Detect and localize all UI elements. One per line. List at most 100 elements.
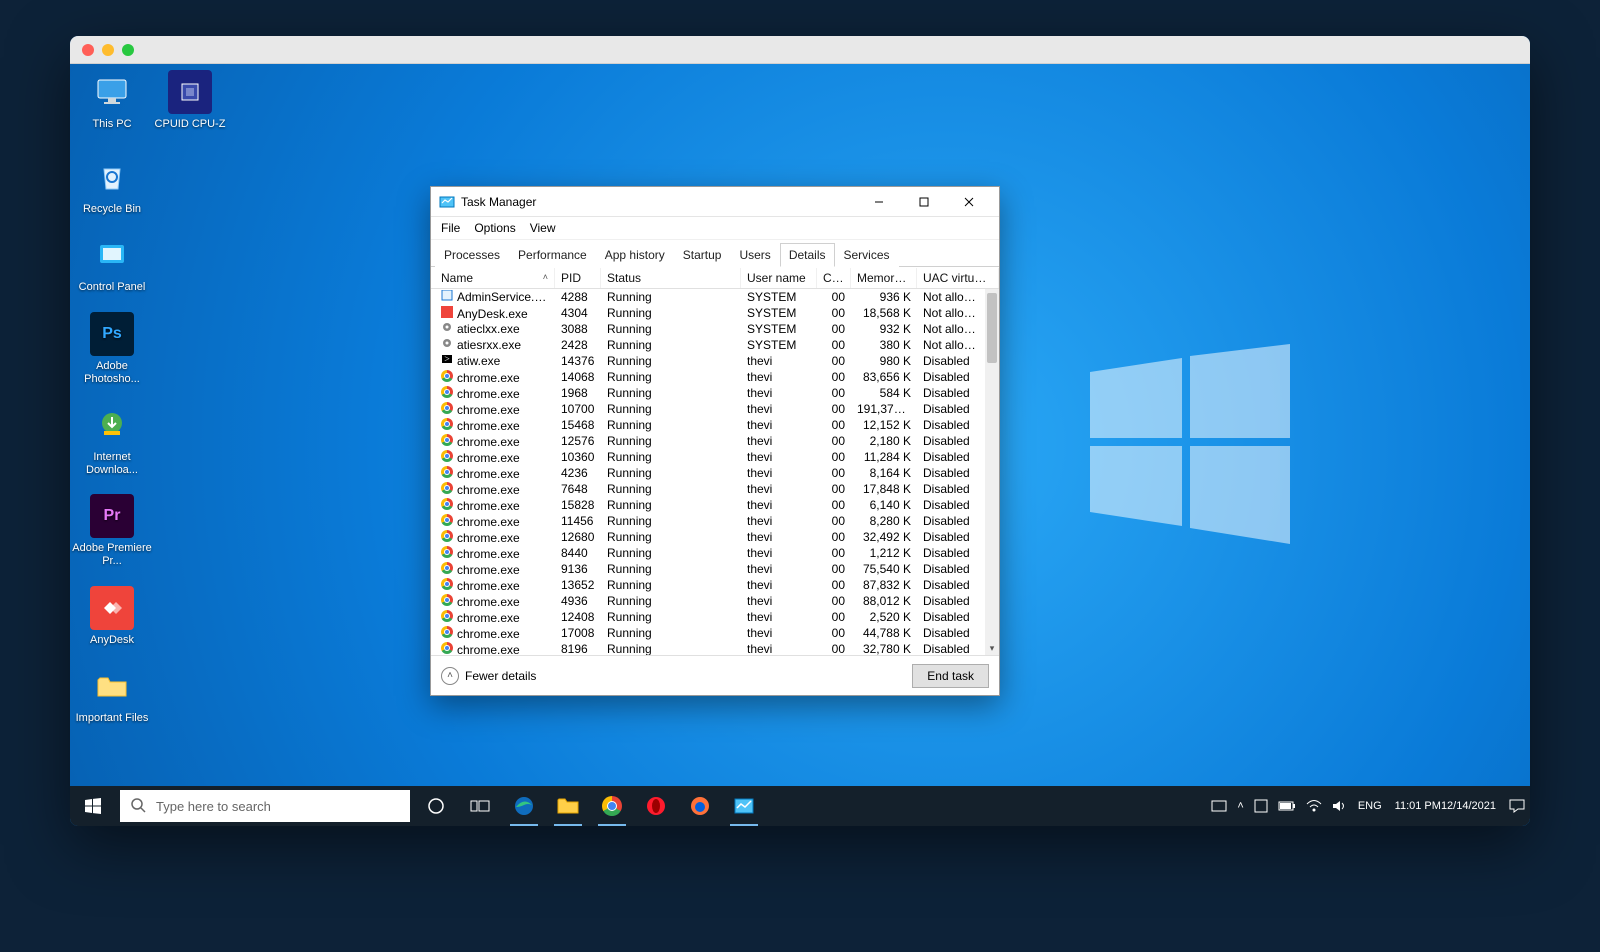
taskbar-opera[interactable] (634, 786, 678, 826)
process-row[interactable]: chrome.exe17008Runningthevi0044,788 KDis… (431, 625, 985, 641)
maximize-button[interactable] (901, 188, 946, 216)
menu-view[interactable]: View (530, 221, 556, 235)
desktop-icon-idm[interactable]: Internet Downloa... (72, 403, 152, 476)
cell-pid: 14376 (555, 354, 601, 368)
close-button[interactable] (946, 188, 991, 216)
search-icon (130, 797, 146, 816)
desktop-icon-recycle-bin[interactable]: Recycle Bin (72, 155, 152, 216)
minimize-button[interactable] (856, 188, 901, 216)
process-row[interactable]: chrome.exe8196Runningthevi0032,780 KDisa… (431, 641, 985, 655)
tab-app-history[interactable]: App history (596, 243, 674, 267)
column-header-pid[interactable]: PID (555, 268, 601, 288)
process-row[interactable]: chrome.exe9136Runningthevi0075,540 KDisa… (431, 561, 985, 577)
cell-name: AnyDesk.exe (435, 306, 555, 321)
taskbar-cortana[interactable] (414, 786, 458, 826)
chrome-icon (441, 498, 453, 510)
column-header-name[interactable]: Name˄ (435, 268, 555, 288)
tray-show-hidden-icons[interactable]: ˄ (1232, 786, 1248, 826)
desktop-icon-photoshop[interactable]: Ps Adobe Photosho... (72, 312, 152, 385)
column-header-memory[interactable]: Memory (ac... (851, 268, 917, 288)
column-header-cpu[interactable]: CPU (817, 268, 851, 288)
control-panel-icon (90, 233, 134, 277)
cell-status: Running (601, 370, 741, 384)
desktop-icon-important-files[interactable]: Important Files (72, 664, 152, 725)
tray-app-icon[interactable] (1249, 786, 1273, 826)
tray-action-center[interactable] (1504, 786, 1530, 826)
cell-memory: 88,012 K (851, 594, 917, 608)
windows-desktop[interactable]: This PC Recycle Bin Control Panel Ps Ado… (70, 64, 1530, 826)
tray-volume-icon[interactable] (1327, 786, 1353, 826)
process-row[interactable]: chrome.exe7648Runningthevi0017,848 KDisa… (431, 481, 985, 497)
process-row[interactable]: chrome.exe14068Runningthevi0083,656 KDis… (431, 369, 985, 385)
taskbar-chrome[interactable] (590, 786, 634, 826)
process-row[interactable]: atieclxx.exe3088RunningSYSTEM00932 KNot … (431, 321, 985, 337)
process-row[interactable]: chrome.exe4936Runningthevi0088,012 KDisa… (431, 593, 985, 609)
taskbar-task-manager[interactable] (722, 786, 766, 826)
cell-status: Running (601, 642, 741, 655)
end-task-button[interactable]: End task (912, 664, 989, 688)
taskbar-search-box[interactable]: Type here to search (120, 790, 410, 822)
fewer-details-toggle[interactable]: ˄ Fewer details (441, 667, 536, 685)
menu-options[interactable]: Options (474, 221, 515, 235)
process-row[interactable]: AnyDesk.exe4304RunningSYSTEM0018,568 KNo… (431, 305, 985, 321)
process-row[interactable]: chrome.exe1968Runningthevi00584 KDisable… (431, 385, 985, 401)
firefox-icon (690, 796, 710, 816)
host-close-button[interactable] (82, 44, 94, 56)
desktop-icon-control-panel[interactable]: Control Panel (72, 233, 152, 294)
taskbar-firefox[interactable] (678, 786, 722, 826)
desktop-icon-cpuz[interactable]: CPUID CPU-Z (150, 70, 230, 131)
process-row[interactable]: chrome.exe12576Runningthevi002,180 KDisa… (431, 433, 985, 449)
host-minimize-button[interactable] (102, 44, 114, 56)
process-row[interactable]: chrome.exe13652Runningthevi0087,832 KDis… (431, 577, 985, 593)
process-name: chrome.exe (457, 435, 520, 449)
tab-performance[interactable]: Performance (509, 243, 596, 267)
taskbar-taskview[interactable] (458, 786, 502, 826)
process-row[interactable]: chrome.exe8440Runningthevi001,212 KDisab… (431, 545, 985, 561)
tray-touchpad-icon[interactable] (1206, 786, 1232, 826)
process-row[interactable]: chrome.exe12680Runningthevi0032,492 KDis… (431, 529, 985, 545)
idm-icon (90, 403, 134, 447)
process-row[interactable]: chrome.exe12408Runningthevi002,520 KDisa… (431, 609, 985, 625)
tray-time: 11:01 PM (1395, 800, 1441, 813)
tray-battery-icon[interactable] (1273, 786, 1301, 826)
tab-startup[interactable]: Startup (674, 243, 731, 267)
process-name: chrome.exe (457, 403, 520, 417)
desktop-icon-anydesk[interactable]: AnyDesk (72, 586, 152, 647)
tray-clock[interactable]: 11:01 PM 12/14/2021 (1387, 786, 1504, 826)
scrollbar-thumb[interactable] (987, 293, 997, 363)
cell-uac: Disabled (917, 594, 985, 608)
start-button[interactable] (70, 786, 116, 826)
column-header-uac[interactable]: UAC virtualizati... (917, 268, 999, 288)
process-row[interactable]: chrome.exe11456Runningthevi008,280 KDisa… (431, 513, 985, 529)
column-header-user[interactable]: User name (741, 268, 817, 288)
taskbar-edge[interactable] (502, 786, 546, 826)
cell-memory: 936 K (851, 290, 917, 304)
tab-users[interactable]: Users (730, 243, 779, 267)
task-manager-titlebar[interactable]: Task Manager (431, 187, 999, 217)
cell-pid: 10360 (555, 450, 601, 464)
menu-file[interactable]: File (441, 221, 460, 235)
process-row[interactable]: chrome.exe15468Runningthevi0012,152 KDis… (431, 417, 985, 433)
cell-memory: 11,284 K (851, 450, 917, 464)
process-row[interactable]: chrome.exe10700Runningthevi00191,376 KDi… (431, 401, 985, 417)
process-row[interactable]: chrome.exe4236Runningthevi008,164 KDisab… (431, 465, 985, 481)
process-row[interactable]: chrome.exe15828Runningthevi006,140 KDisa… (431, 497, 985, 513)
desktop-icon-premiere[interactable]: Pr Adobe Premiere Pr... (72, 494, 152, 567)
tab-processes[interactable]: Processes (435, 243, 509, 267)
column-header-status[interactable]: Status (601, 268, 741, 288)
tray-language[interactable]: ENG (1353, 786, 1387, 826)
desktop-icon-this-pc[interactable]: This PC (72, 70, 152, 131)
host-maximize-button[interactable] (122, 44, 134, 56)
recycle-bin-icon (90, 155, 134, 199)
tray-wifi-icon[interactable] (1301, 786, 1327, 826)
vertical-scrollbar[interactable]: ▾ (985, 289, 999, 655)
process-row[interactable]: AdminService.exe4288RunningSYSTEM00936 K… (431, 289, 985, 305)
cell-uac: Disabled (917, 386, 985, 400)
tab-services[interactable]: Services (835, 243, 899, 267)
process-row[interactable]: ＞atiw.exe14376Runningthevi00980 KDisable… (431, 353, 985, 369)
taskbar-file-explorer[interactable] (546, 786, 590, 826)
process-row[interactable]: chrome.exe10360Runningthevi0011,284 KDis… (431, 449, 985, 465)
process-row[interactable]: atiesrxx.exe2428RunningSYSTEM00380 KNot … (431, 337, 985, 353)
tab-details[interactable]: Details (780, 243, 835, 267)
scrollbar-down-arrow-icon[interactable]: ▾ (985, 641, 999, 655)
